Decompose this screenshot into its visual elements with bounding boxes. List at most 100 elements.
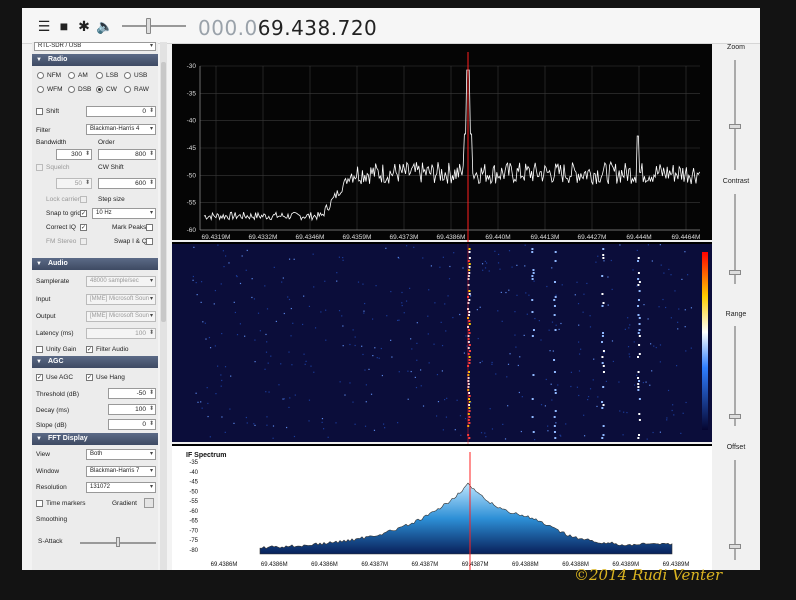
- shift-input[interactable]: 0: [86, 106, 156, 117]
- volume-slider-knob[interactable]: [146, 18, 151, 34]
- spectrum-plot[interactable]: -30-35-40-45-50-55-60 69.4319M 69.4332M 69…: [172, 44, 712, 242]
- range-slider-track[interactable]: [734, 326, 736, 426]
- threshold-input[interactable]: -50: [108, 388, 156, 399]
- spectrum-panel[interactable]: -30 -35 -40 -45 -50 -55 -60 69.4319M 69.4332M 69…: [172, 44, 712, 242]
- menu-icon[interactable]: ☰: [36, 18, 52, 34]
- waterfall-noise-dot: [442, 256, 444, 258]
- waterfall-noise-dot: [674, 290, 676, 292]
- step-size-select[interactable]: 10 Hz: [92, 208, 156, 219]
- time-markers-checkbox[interactable]: [36, 500, 43, 507]
- waterfall-noise-dot: [643, 304, 645, 306]
- lock-carrier-checkbox[interactable]: [80, 196, 87, 203]
- waterfall-noise-dot: [587, 398, 589, 401]
- sidebar-scrollbar-thumb[interactable]: [161, 62, 166, 322]
- gradient-button[interactable]: [144, 498, 154, 508]
- toolbar: ☰ ■ ✱ 🔈 000.069.438.720: [22, 8, 760, 44]
- waterfall-panel[interactable]: [172, 244, 712, 444]
- device-select[interactable]: RTL-SDR / USB: [34, 42, 156, 51]
- waterfall-noise-dot: [354, 344, 356, 347]
- input-device-select[interactable]: [MME] Microsoft Soun: [86, 294, 156, 305]
- swap-iq-checkbox[interactable]: [146, 238, 153, 245]
- volume-slider-track[interactable]: [122, 25, 186, 27]
- s-attack-slider-knob[interactable]: [116, 537, 120, 547]
- mode-radio-wfm[interactable]: [37, 86, 44, 93]
- mode-radio-cw[interactable]: [96, 86, 103, 93]
- mode-radio-raw[interactable]: [124, 86, 131, 93]
- waterfall-noise-dot: [445, 330, 447, 332]
- waterfall-noise-dot: [560, 322, 562, 325]
- decay-input[interactable]: 100: [108, 404, 156, 415]
- offset-slider-knob[interactable]: [729, 544, 741, 549]
- waterfall-noise-dot: [684, 326, 686, 328]
- mark-peaks-checkbox[interactable]: [146, 224, 153, 231]
- waterfall-noise-dot: [278, 384, 280, 386]
- mode-radio-dsb[interactable]: [68, 86, 75, 93]
- use-hang-checkbox[interactable]: ✓: [86, 374, 93, 381]
- stop-icon[interactable]: ■: [56, 18, 72, 34]
- waterfall-plot[interactable]: [172, 244, 712, 444]
- latency-input[interactable]: 100: [86, 328, 156, 339]
- frequency-leading-digits[interactable]: 000.0: [198, 16, 258, 40]
- gear-icon[interactable]: ✱: [76, 18, 92, 34]
- order-input[interactable]: 800: [98, 149, 156, 160]
- fft-section-title: FFT Display: [47, 435, 88, 442]
- range-slider-knob[interactable]: [729, 414, 741, 419]
- use-agc-checkbox[interactable]: ✓: [36, 374, 43, 381]
- cw-shift-input[interactable]: 600: [98, 178, 156, 189]
- latency-label: Latency (ms): [36, 330, 74, 337]
- view-select[interactable]: Both: [86, 449, 156, 460]
- fm-stereo-checkbox[interactable]: [80, 238, 87, 245]
- waterfall-signal-dot: [637, 371, 640, 373]
- speaker-icon[interactable]: 🔈: [96, 18, 113, 34]
- fft-section-header[interactable]: ▼ FFT Display: [32, 433, 158, 445]
- waterfall-noise-dot: [288, 406, 290, 409]
- waterfall-noise-dot: [365, 401, 367, 403]
- waterfall-signal-dot: [531, 248, 534, 250]
- contrast-slider-knob[interactable]: [729, 270, 741, 275]
- slope-input[interactable]: 0: [108, 419, 156, 430]
- zoom-slider-track[interactable]: [734, 60, 736, 170]
- waterfall-noise-dot: [508, 289, 510, 291]
- frequency-digits[interactable]: 69.438.720: [258, 16, 378, 40]
- waterfall-noise-dot: [484, 267, 487, 269]
- if-spectrum-panel[interactable]: IF Spectrum -35 -40 -45 -50 -55 -60 -65 -70 -75 -…: [172, 446, 712, 570]
- unity-gain-checkbox[interactable]: [36, 346, 43, 353]
- sidebar-scrollbar[interactable]: [160, 42, 167, 570]
- squelch-input[interactable]: 50: [56, 178, 92, 189]
- output-device-select[interactable]: [MME] Microsoft Soun: [86, 311, 156, 322]
- correct-iq-checkbox[interactable]: ✓: [80, 224, 87, 231]
- waterfall-noise-dot: [508, 250, 511, 252]
- shift-checkbox[interactable]: [36, 108, 43, 115]
- waterfall-noise-dot: [464, 417, 467, 420]
- filter-select[interactable]: Blackman-Harris 4: [86, 124, 156, 135]
- bandwidth-input[interactable]: 300: [56, 149, 92, 160]
- waterfall-noise-dot: [672, 404, 674, 406]
- waterfall-signal-dot: [638, 353, 641, 355]
- waterfall-noise-dot: [502, 423, 504, 425]
- waterfall-noise-dot: [550, 383, 552, 385]
- window-select[interactable]: Blackman-Harris 7: [86, 466, 156, 477]
- resolution-select[interactable]: 131072: [86, 482, 156, 493]
- frequency-display[interactable]: 000.069.438.720: [198, 16, 377, 40]
- radio-section-title: Radio: [47, 56, 68, 63]
- mode-radio-nfm[interactable]: [37, 72, 44, 79]
- radio-section-header[interactable]: ▼ Radio: [32, 54, 158, 66]
- mode-radio-am[interactable]: [68, 72, 75, 79]
- zoom-slider-knob[interactable]: [729, 124, 741, 129]
- if-spectrum-plot[interactable]: IF Spectrum -35 -40 -45 -50 -55 -60 -65 -70 -75 -…: [172, 446, 712, 570]
- agc-section-header[interactable]: ▼ AGC: [32, 356, 158, 368]
- waterfall-signal-dot: [602, 425, 605, 427]
- zoom-label: Zoom: [727, 44, 745, 51]
- mode-radio-usb[interactable]: [124, 72, 131, 79]
- waterfall-noise-dot: [230, 375, 232, 377]
- audio-section-header[interactable]: ▼ Audio: [32, 258, 158, 270]
- filter-audio-checkbox[interactable]: ✓: [86, 346, 93, 353]
- waterfall-noise-dot: [681, 278, 683, 281]
- waterfall-signal-dot: [637, 257, 640, 259]
- waterfall-signals: [192, 244, 693, 441]
- snap-to-grid-checkbox[interactable]: ✓: [80, 210, 87, 217]
- squelch-checkbox[interactable]: [36, 164, 43, 171]
- mode-radio-lsb[interactable]: [96, 72, 103, 79]
- samplerate-select[interactable]: 48000 sample/sec: [86, 276, 156, 287]
- step-size-label: Step size: [98, 196, 125, 203]
